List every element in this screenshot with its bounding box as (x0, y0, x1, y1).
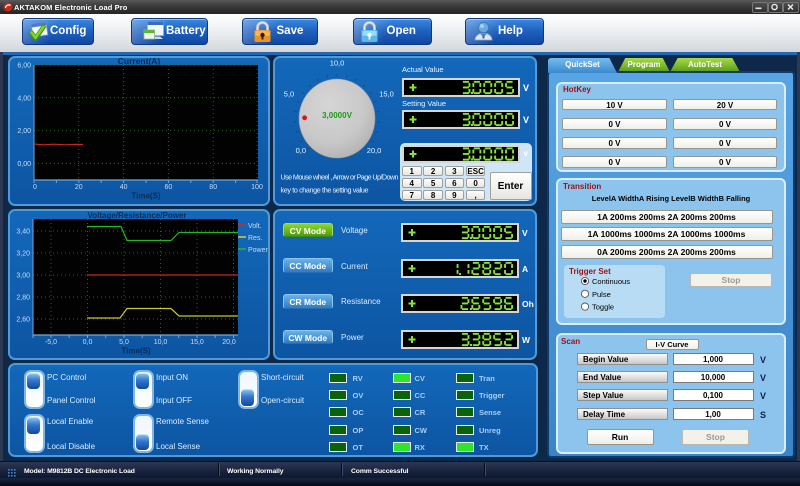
svg-text:0,0: 0,0 (296, 146, 306, 155)
svg-text:Time(S): Time(S) (121, 347, 151, 356)
svg-text:0,0: 0,0 (83, 339, 93, 346)
svg-text:20,0: 20,0 (367, 146, 382, 155)
svg-text:3,0000V: 3,0000V (322, 111, 352, 120)
svg-text:Continuous: Continuous (592, 277, 630, 286)
svg-text:15,0: 15,0 (379, 90, 394, 99)
svg-text:0,00: 0,00 (17, 161, 31, 168)
svg-text:3,20: 3,20 (16, 251, 30, 258)
svg-text:Pulse: Pulse (592, 290, 611, 299)
svg-text:0: 0 (33, 184, 37, 191)
svg-text:Res.: Res. (248, 235, 262, 242)
svg-text:Use Mouse wheel , Arrow or Pag: Use Mouse wheel , Arrow or Page Up/Down (281, 173, 399, 182)
svg-text:5,0: 5,0 (119, 339, 129, 346)
svg-text:3,00: 3,00 (16, 273, 30, 280)
svg-text:5,0: 5,0 (284, 90, 294, 99)
svg-text:2,80: 2,80 (16, 295, 30, 302)
svg-text:2,60: 2,60 (16, 317, 30, 324)
svg-text:15,0: 15,0 (190, 339, 204, 346)
svg-text:4,00: 4,00 (17, 95, 31, 102)
svg-text:3,40: 3,40 (16, 229, 30, 236)
svg-text:Setting Value: Setting Value (402, 99, 446, 108)
svg-text:key to change the setting valu: key to change the setting value (281, 186, 369, 195)
svg-text:100: 100 (251, 184, 263, 191)
svg-text:-5,0: -5,0 (45, 339, 57, 346)
svg-text:2,00: 2,00 (17, 128, 31, 135)
svg-text:6,00: 6,00 (17, 63, 31, 70)
svg-text:10,0: 10,0 (154, 339, 168, 346)
svg-text:60: 60 (165, 184, 173, 191)
svg-text:Power: Power (248, 247, 269, 254)
svg-text:40: 40 (120, 184, 128, 191)
svg-text:Time(S): Time(S) (131, 192, 161, 201)
svg-text:Actual Value: Actual Value (402, 65, 444, 74)
svg-text:10,0: 10,0 (330, 59, 345, 68)
svg-text:Voltage/Resistance/Power: Voltage/Resistance/Power (88, 211, 187, 220)
svg-text:20,0: 20,0 (222, 339, 236, 346)
svg-text:80: 80 (209, 184, 217, 191)
svg-text:20: 20 (75, 184, 83, 191)
svg-text:Volt.: Volt. (248, 223, 262, 230)
svg-text:Toggle: Toggle (592, 303, 614, 312)
